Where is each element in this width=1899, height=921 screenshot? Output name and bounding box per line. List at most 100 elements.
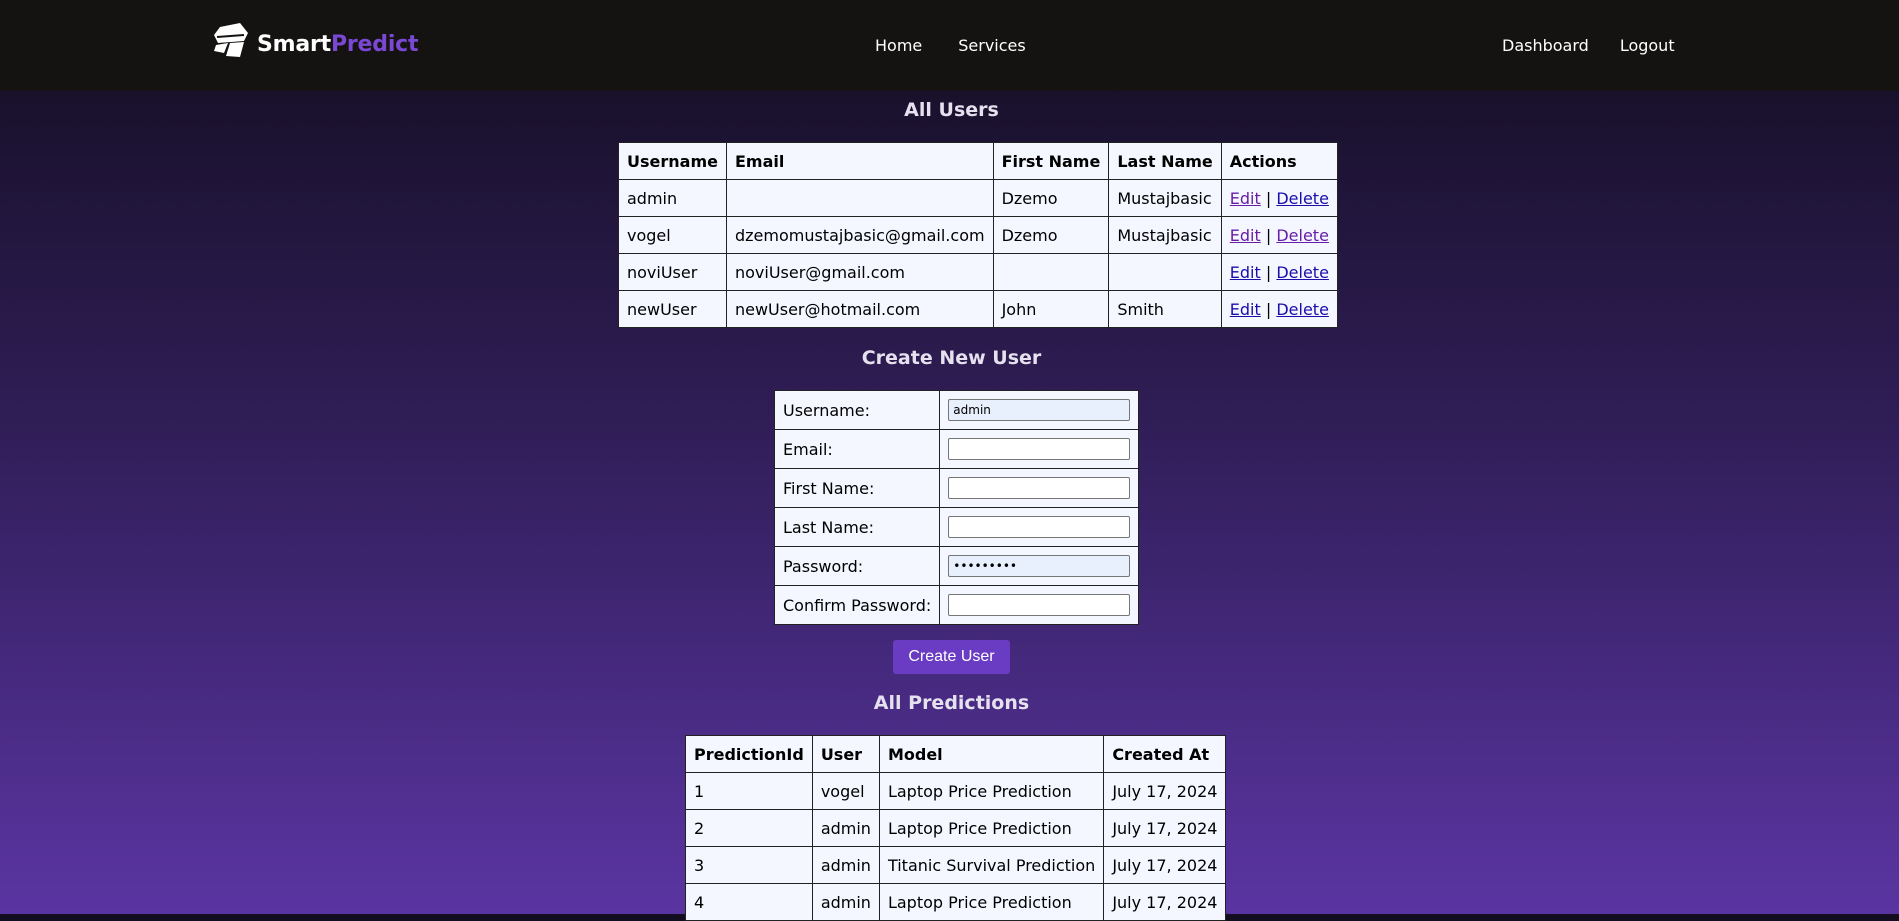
user-email-cell: noviUser@gmail.com xyxy=(725,253,994,291)
user-last-name-cell: Mustajbasic xyxy=(1108,179,1222,217)
user-username-cell: newUser xyxy=(618,290,727,328)
all-predictions-title: All Predictions xyxy=(873,692,1030,714)
user-actions-cell: Edit | Delete xyxy=(1220,216,1338,254)
actions-separator: | xyxy=(1265,262,1272,282)
user-last-name-cell xyxy=(1108,253,1222,291)
nav-home-link[interactable]: Home xyxy=(875,36,922,55)
prediction-user-cell: admin xyxy=(811,883,880,921)
user-first-name-cell: Dzemo xyxy=(992,179,1110,217)
user-first-name-cell: Dzemo xyxy=(992,216,1110,254)
user-last-name-cell: Mustajbasic xyxy=(1108,216,1222,254)
edit-user-link[interactable]: Edit xyxy=(1230,263,1261,282)
nav-logout-link[interactable]: Logout xyxy=(1620,36,1675,55)
prediction-id-cell: 1 xyxy=(685,772,813,810)
prediction-user-cell: admin xyxy=(811,846,880,884)
brand-logo-link[interactable]: SmartPredict xyxy=(214,23,419,59)
user-actions-cell: Edit | Delete xyxy=(1220,179,1338,217)
col-username-header: Username xyxy=(618,142,727,180)
actions-separator: | xyxy=(1265,225,1272,245)
delete-user-link[interactable]: Delete xyxy=(1276,189,1329,208)
prediction-id-cell: 3 xyxy=(685,846,813,884)
delete-user-link[interactable]: Delete xyxy=(1276,226,1329,245)
col-created-at-header: Created At xyxy=(1103,735,1227,773)
actions-separator: | xyxy=(1265,188,1272,208)
smartpredict-logo-icon xyxy=(214,23,248,57)
prediction-model-cell: Laptop Price Prediction xyxy=(878,809,1105,847)
last-name-label: Last Name: xyxy=(773,507,941,547)
delete-user-link[interactable]: Delete xyxy=(1276,263,1329,282)
last-name-field[interactable] xyxy=(948,516,1131,538)
table-row: 3 admin Titanic Survival Prediction July… xyxy=(685,846,1227,884)
edit-user-link[interactable]: Edit xyxy=(1230,226,1261,245)
create-user-title: Create New User xyxy=(861,347,1042,369)
all-users-title: All Users xyxy=(904,99,999,121)
table-row: noviUser noviUser@gmail.com Edit | Delet… xyxy=(618,253,1338,291)
prediction-user-cell: admin xyxy=(811,809,880,847)
nav-dashboard-link[interactable]: Dashboard xyxy=(1502,36,1589,55)
delete-user-link[interactable]: Delete xyxy=(1276,300,1329,319)
user-username-cell: noviUser xyxy=(618,253,727,291)
user-email-cell: newUser@hotmail.com xyxy=(725,290,994,328)
user-username-cell: vogel xyxy=(618,216,727,254)
brand-name-predict: Predict xyxy=(330,31,419,57)
user-email-cell xyxy=(725,179,994,217)
email-label: Email: xyxy=(773,429,941,469)
user-first-name-cell xyxy=(992,253,1110,291)
user-email-cell: dzemomustajbasic@gmail.com xyxy=(725,216,994,254)
prediction-id-cell: 4 xyxy=(685,883,813,921)
predictions-table: PredictionId User Model Created At 1 vog… xyxy=(685,735,1227,921)
prediction-model-cell: Titanic Survival Prediction xyxy=(878,846,1105,884)
col-prediction-id-header: PredictionId xyxy=(685,735,813,773)
col-email-header: Email xyxy=(725,142,994,180)
prediction-created-at-cell: July 17, 2024 xyxy=(1103,809,1227,847)
form-row: Last Name: xyxy=(773,507,1140,547)
form-row: First Name: xyxy=(773,468,1140,508)
form-row: Password: xyxy=(773,546,1140,586)
actions-separator: | xyxy=(1265,299,1272,319)
password-field[interactable] xyxy=(948,555,1131,577)
confirm-password-label: Confirm Password: xyxy=(773,585,941,625)
table-row: newUser newUser@hotmail.com John Smith E… xyxy=(618,290,1338,328)
prediction-created-at-cell: July 17, 2024 xyxy=(1103,772,1227,810)
user-username-cell: admin xyxy=(618,179,727,217)
edit-user-link[interactable]: Edit xyxy=(1230,300,1261,319)
user-actions-cell: Edit | Delete xyxy=(1220,290,1338,328)
users-table: Username Email First Name Last Name Acti… xyxy=(618,142,1338,328)
col-model-header: Model xyxy=(878,735,1105,773)
first-name-label: First Name: xyxy=(773,468,941,508)
user-first-name-cell: John xyxy=(992,290,1110,328)
prediction-id-cell: 2 xyxy=(685,809,813,847)
email-field[interactable] xyxy=(948,438,1131,460)
confirm-password-field[interactable] xyxy=(948,594,1131,616)
password-label: Password: xyxy=(773,546,941,586)
main-nav: Home Services xyxy=(875,36,1026,55)
user-last-name-cell: Smith xyxy=(1108,290,1222,328)
username-field[interactable] xyxy=(948,399,1131,421)
table-row: 2 admin Laptop Price Prediction July 17,… xyxy=(685,809,1227,847)
table-row: 4 admin Laptop Price Prediction July 17,… xyxy=(685,883,1227,921)
username-label: Username: xyxy=(773,390,941,430)
user-actions-cell: Edit | Delete xyxy=(1220,253,1338,291)
form-row: Email: xyxy=(773,429,1140,469)
prediction-created-at-cell: July 17, 2024 xyxy=(1103,883,1227,921)
prediction-model-cell: Laptop Price Prediction xyxy=(878,772,1105,810)
form-row: Confirm Password: xyxy=(773,585,1140,625)
users-table-header-row: Username Email First Name Last Name Acti… xyxy=(618,142,1338,180)
col-actions-header: Actions xyxy=(1220,142,1338,180)
navbar: SmartPredict Home Services Dashboard Log… xyxy=(0,0,1899,91)
create-user-button[interactable]: Create User xyxy=(893,640,1010,674)
first-name-field[interactable] xyxy=(948,477,1131,499)
prediction-model-cell: Laptop Price Prediction xyxy=(878,883,1105,921)
table-row: 1 vogel Laptop Price Prediction July 17,… xyxy=(685,772,1227,810)
table-row: vogel dzemomustajbasic@gmail.com Dzemo M… xyxy=(618,216,1338,254)
col-user-header: User xyxy=(811,735,880,773)
create-user-form-table: Username: Email: First Name: Last Name: … xyxy=(773,390,1140,625)
form-row: Username: xyxy=(773,390,1140,430)
edit-user-link[interactable]: Edit xyxy=(1230,189,1261,208)
nav-services-link[interactable]: Services xyxy=(958,36,1025,55)
brand-name: SmartPredict xyxy=(257,31,419,57)
table-row: admin Dzemo Mustajbasic Edit | Delete xyxy=(618,179,1338,217)
prediction-user-cell: vogel xyxy=(811,772,880,810)
col-last-name-header: Last Name xyxy=(1108,142,1222,180)
predictions-table-header-row: PredictionId User Model Created At xyxy=(685,735,1227,773)
